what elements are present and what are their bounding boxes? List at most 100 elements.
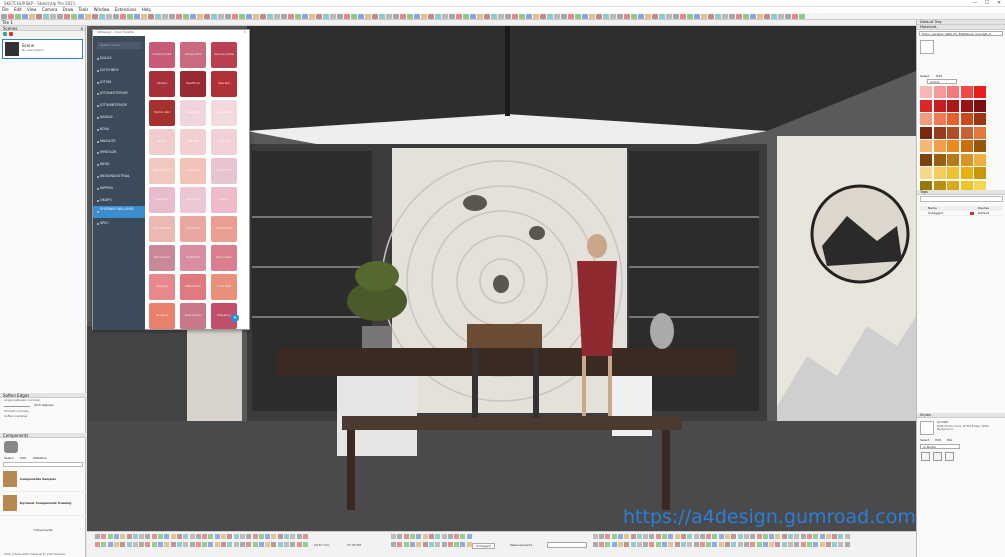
status-tool-icon[interactable] (825, 542, 831, 547)
status-tool-icon[interactable] (693, 534, 699, 539)
measurements-input[interactable] (547, 542, 587, 548)
toolbar-tool-icon[interactable] (393, 14, 399, 19)
toolbar-tool-icon[interactable] (547, 14, 553, 19)
status-tool-icon[interactable] (422, 542, 428, 547)
status-tool-icon[interactable] (258, 534, 264, 539)
toolbar-tool-icon[interactable] (694, 14, 700, 19)
toolbar-tool-icon[interactable] (470, 14, 476, 19)
toolbar-tool-icon[interactable] (519, 14, 525, 19)
status-tool-icon[interactable] (290, 542, 296, 547)
toolbar-tool-icon[interactable] (15, 14, 21, 19)
color-swatch[interactable]: Rosy Cheek (211, 245, 237, 271)
toolbar-tool-icon[interactable] (141, 14, 147, 19)
status-tool-icon[interactable] (762, 542, 768, 547)
toolbar-tool-icon[interactable] (106, 14, 112, 19)
brand-item[interactable]: JOTUNEXTERIOR (93, 88, 145, 100)
brand-item[interactable]: JOTUNINTERIOR (93, 100, 145, 112)
brand-item[interactable]: MYKOLOR (93, 147, 145, 159)
status-tool-icon[interactable] (214, 542, 220, 547)
scene-thumbnail[interactable] (5, 42, 19, 56)
toolbar-tool-icon[interactable] (778, 14, 784, 19)
color-swatch[interactable]: Coral Sand (180, 158, 206, 184)
status-tool-icon[interactable] (126, 534, 132, 539)
status-tool-icon[interactable] (296, 534, 302, 539)
status-tool-icon[interactable] (674, 534, 680, 539)
toolbar-tool-icon[interactable] (50, 14, 56, 19)
style-thumb[interactable] (921, 452, 930, 461)
toolbar-tool-icon[interactable] (85, 14, 91, 19)
color-swatch[interactable]: Antique Pink (180, 42, 206, 68)
status-tool-icon[interactable] (750, 542, 756, 547)
toolbar-tool-icon[interactable] (407, 14, 413, 19)
material-swatch[interactable] (947, 99, 959, 112)
material-swatch[interactable] (960, 126, 973, 139)
status-tool-icon[interactable] (176, 542, 182, 547)
toolbar-tool-icon[interactable] (729, 14, 735, 19)
style-thumb[interactable] (933, 452, 942, 461)
brand-item[interactable]: JOTOM (93, 77, 145, 89)
toolbar-tool-icon[interactable] (204, 14, 210, 19)
status-tool-icon[interactable] (781, 542, 787, 547)
toolbar-tool-icon[interactable] (463, 14, 469, 19)
status-tool-icon[interactable] (731, 534, 737, 539)
material-swatch[interactable] (974, 113, 986, 125)
material-swatch[interactable] (960, 86, 973, 98)
status-tool-icon[interactable] (95, 542, 100, 547)
status-tool-icon[interactable] (164, 542, 170, 547)
status-tool-icon[interactable] (674, 542, 680, 547)
status-tool-icon[interactable] (284, 542, 289, 547)
brand-item[interactable]: DUTCHBOY (93, 65, 145, 77)
toolbar-tool-icon[interactable] (498, 14, 504, 19)
status-tool-icon[interactable] (687, 534, 693, 539)
status-tool-icon[interactable] (630, 542, 636, 547)
status-tool-icon[interactable] (819, 542, 825, 547)
status-tool-icon[interactable] (176, 534, 182, 539)
status-tool-icon[interactable] (233, 542, 239, 547)
toolbar-tool-icon[interactable] (190, 14, 196, 19)
color-swatch[interactable]: Fashion Red (149, 100, 175, 126)
toolbar-tool-icon[interactable] (617, 14, 623, 19)
toolbar-tool-icon[interactable] (631, 14, 637, 19)
toolbar-tool-icon[interactable] (526, 14, 532, 19)
toolbar-tool-icon[interactable] (456, 14, 462, 19)
toolbar-tool-icon[interactable] (554, 14, 560, 19)
status-tool-icon[interactable] (643, 534, 649, 539)
toolbar-tool-icon[interactable] (134, 14, 140, 19)
brand-item[interactable]: NEXO (93, 159, 145, 171)
angle-slider[interactable] (4, 406, 30, 407)
status-tool-icon[interactable] (737, 534, 743, 539)
toolbar-tool-icon[interactable] (162, 14, 168, 19)
status-tool-icon[interactable] (605, 534, 611, 539)
toolbar-tool-icon[interactable] (785, 14, 791, 19)
material-swatch[interactable] (974, 86, 986, 98)
material-swatch[interactable] (947, 167, 959, 179)
toolbar-tool-icon[interactable] (232, 14, 238, 19)
status-tool-icon[interactable] (202, 542, 208, 547)
color-swatch[interactable]: Flamingo (149, 274, 175, 300)
status-tool-icon[interactable] (441, 534, 447, 539)
toolbar-tool-icon[interactable] (484, 14, 490, 19)
toolbar-tool-icon[interactable] (652, 14, 658, 19)
status-tool-icon[interactable] (756, 534, 762, 539)
toolbar-tool-icon[interactable] (302, 14, 308, 19)
material-swatch[interactable] (933, 126, 946, 139)
status-tool-icon[interactable] (227, 542, 233, 547)
toolbar-tool-icon[interactable] (638, 14, 644, 19)
status-tool-icon[interactable] (592, 534, 598, 539)
tab-edit[interactable]: Edit (20, 456, 26, 460)
status-tool-icon[interactable] (454, 542, 460, 547)
material-swatch[interactable] (947, 153, 959, 166)
list-item[interactable]: Dynamic Components Training (0, 492, 86, 516)
status-tool-icon[interactable] (403, 542, 409, 547)
toolbar-tool-icon[interactable] (218, 14, 224, 19)
status-tool-icon[interactable] (636, 534, 642, 539)
tag-dropdown[interactable]: Untagged (472, 543, 495, 549)
refresh-icon[interactable] (3, 32, 7, 36)
tab-select[interactable]: Select (920, 74, 929, 78)
toolbar-tool-icon[interactable] (120, 14, 126, 19)
material-swatch[interactable] (960, 167, 973, 179)
toolbar-tool-icon[interactable] (736, 14, 742, 19)
status-tool-icon[interactable] (145, 534, 151, 539)
status-tool-icon[interactable] (189, 534, 195, 539)
status-tool-icon[interactable] (668, 534, 674, 539)
